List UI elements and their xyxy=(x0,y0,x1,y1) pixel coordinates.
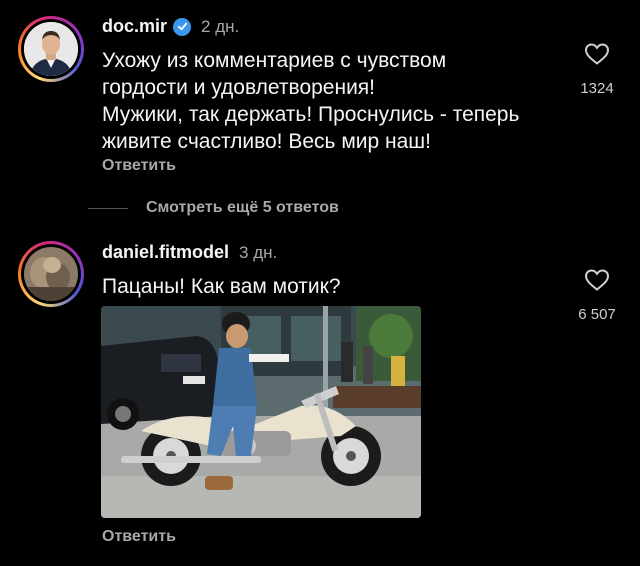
comment-photo[interactable] xyxy=(101,306,421,518)
view-more-replies[interactable]: Смотреть ещё 5 ответов xyxy=(88,199,339,217)
comment-username[interactable]: doc.mir xyxy=(102,16,167,37)
reply-button[interactable]: Ответить xyxy=(102,528,176,546)
comment-username[interactable]: daniel.fitmodel xyxy=(102,242,229,263)
view-more-replies-label[interactable]: Смотреть ещё 5 ответов xyxy=(146,199,339,217)
like-count: 1324 xyxy=(580,80,614,97)
avatar-ring[interactable] xyxy=(18,241,84,307)
comment-text: Ухожу из комментариев с чувством гордост… xyxy=(102,49,520,153)
like-button[interactable]: 6 507 xyxy=(567,268,627,323)
comment-time: 2 дн. xyxy=(201,16,240,36)
divider xyxy=(88,207,128,209)
comment-1: doc.mir 2 дн. Ухожу из комментариев с чу… xyxy=(0,0,640,190)
comment-time: 3 дн. xyxy=(239,242,278,262)
heart-icon[interactable] xyxy=(584,42,610,66)
avatar xyxy=(24,247,78,301)
reply-button[interactable]: Ответить xyxy=(102,157,176,175)
comment-text: Пацаны! Как вам мотик? xyxy=(102,275,341,298)
heart-icon[interactable] xyxy=(584,268,610,292)
like-button[interactable]: 1324 xyxy=(567,42,627,97)
verified-badge-icon xyxy=(173,17,192,36)
like-count: 6 507 xyxy=(578,306,616,323)
avatar xyxy=(24,22,78,76)
avatar-ring[interactable] xyxy=(18,16,84,82)
